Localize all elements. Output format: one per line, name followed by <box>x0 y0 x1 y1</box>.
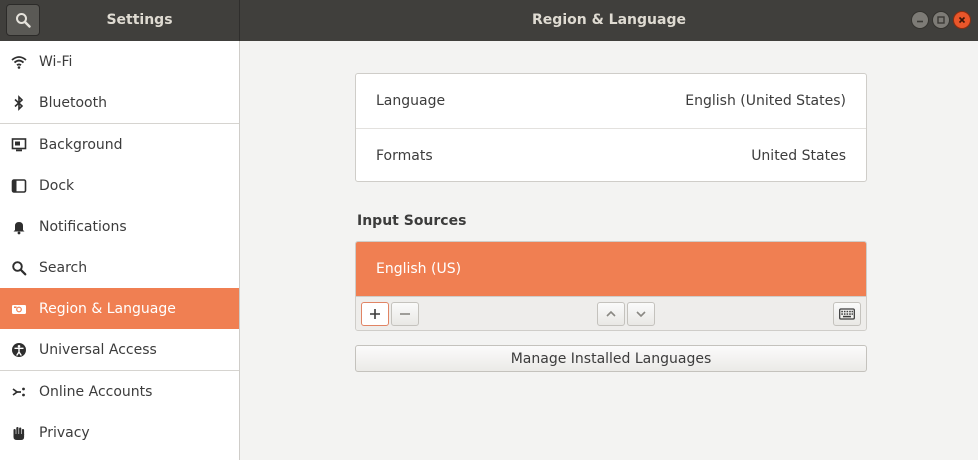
formats-label: Formats <box>376 147 433 164</box>
language-formats-card: Language English (United States) Formats… <box>355 73 867 182</box>
sidebar-item-region-language[interactable]: Region & Language <box>0 288 239 329</box>
sidebar-item-label: Wi-Fi <box>39 53 73 70</box>
language-label: Language <box>376 93 446 109</box>
region-icon <box>10 300 28 318</box>
sidebar-item-label: Online Accounts <box>39 383 153 400</box>
plus-icon <box>370 309 380 319</box>
search-button[interactable] <box>6 4 40 36</box>
sidebar-item-label: Universal Access <box>39 341 157 358</box>
sidebar-item-background[interactable]: Background <box>0 124 239 165</box>
main-header: Region & Language <box>240 0 978 41</box>
maximize-button[interactable] <box>932 11 950 29</box>
window-title: Region & Language <box>532 12 686 28</box>
accessibility-icon <box>10 341 28 359</box>
sidebar-item-label: Bluetooth <box>39 94 107 111</box>
formats-row[interactable]: Formats United States <box>356 128 866 182</box>
wifi-icon <box>10 53 28 71</box>
maximize-icon <box>937 16 945 24</box>
move-up-button[interactable] <box>597 302 625 326</box>
chevron-down-icon <box>636 311 646 318</box>
sidebar-item-wifi[interactable]: Wi-Fi <box>0 41 239 82</box>
search-icon <box>10 259 28 277</box>
remove-input-source-button[interactable] <box>391 302 419 326</box>
keyboard-layout-button[interactable] <box>833 302 861 326</box>
dock-icon <box>10 177 28 195</box>
header-bar: Settings Region & Language <box>0 0 978 41</box>
input-sources-title: Input Sources <box>357 213 467 229</box>
input-source-item[interactable]: English (US) <box>356 242 866 296</box>
window-controls <box>911 11 971 29</box>
sidebar-item-online-accounts[interactable]: Online Accounts <box>0 371 239 412</box>
bell-icon <box>10 218 28 236</box>
minimize-icon <box>917 20 923 23</box>
bluetooth-icon <box>10 94 28 112</box>
background-icon <box>10 136 28 154</box>
sidebar-item-label: Background <box>39 136 123 153</box>
sidebar-item-privacy[interactable]: Privacy <box>0 412 239 453</box>
sidebar-title: Settings <box>106 12 173 28</box>
online-accounts-icon <box>10 383 28 401</box>
minimize-button[interactable] <box>911 11 929 29</box>
close-icon <box>958 16 966 24</box>
add-input-source-button[interactable] <box>361 302 389 326</box>
sidebar-item-universal-access[interactable]: Universal Access <box>0 329 239 370</box>
keyboard-icon <box>839 308 855 320</box>
sidebar: Wi-Fi Bluetooth Background Dock Notifica… <box>0 41 240 460</box>
sidebar-item-label: Privacy <box>39 424 90 441</box>
sidebar-item-label: Dock <box>39 177 75 194</box>
sidebar-header: Settings <box>0 0 240 41</box>
language-value: English (United States) <box>685 93 846 109</box>
sidebar-item-label: Search <box>39 259 88 276</box>
input-sources-list: English (US) <box>355 241 867 331</box>
sidebar-item-notifications[interactable]: Notifications <box>0 206 239 247</box>
sidebar-item-bluetooth[interactable]: Bluetooth <box>0 82 239 123</box>
input-source-label: English (US) <box>376 261 462 277</box>
sidebar-item-dock[interactable]: Dock <box>0 165 239 206</box>
language-row[interactable]: Language English (United States) <box>356 74 866 128</box>
move-down-button[interactable] <box>627 302 655 326</box>
sidebar-item-label: Notifications <box>39 218 127 235</box>
formats-value: United States <box>751 147 846 164</box>
sidebar-item-search[interactable]: Search <box>0 247 239 288</box>
manage-installed-languages-button[interactable]: Manage Installed Languages <box>355 345 867 372</box>
search-icon <box>16 13 31 28</box>
hand-icon <box>10 424 28 442</box>
main-panel: Language English (United States) Formats… <box>241 41 978 460</box>
minus-icon <box>400 313 410 315</box>
close-button[interactable] <box>953 11 971 29</box>
sidebar-item-label: Region & Language <box>39 300 176 317</box>
chevron-up-icon <box>606 310 616 317</box>
input-sources-toolbar <box>356 296 866 330</box>
